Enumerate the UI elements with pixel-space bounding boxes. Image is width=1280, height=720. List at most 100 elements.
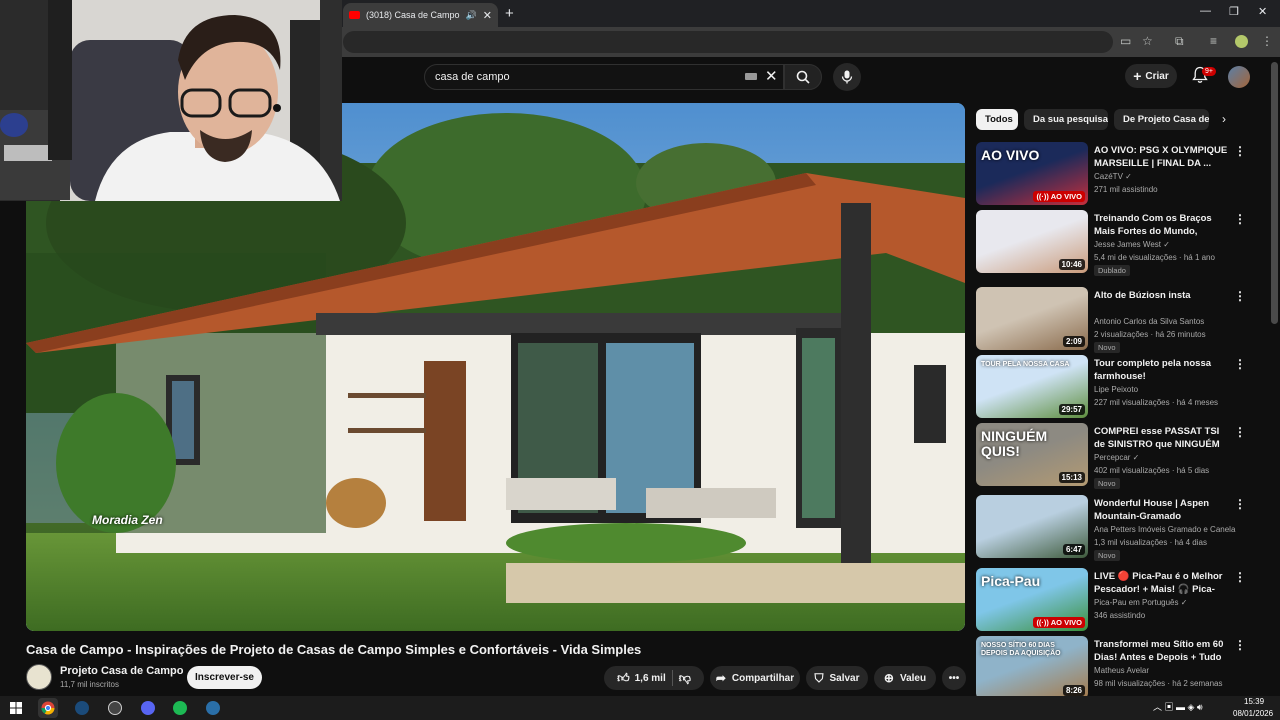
chip-from-search[interactable]: Da sua pesquisa: [1024, 109, 1108, 130]
chip-all[interactable]: Todos: [976, 109, 1018, 130]
video-thumbnail[interactable]: Pica-Pau ((·)) AO VIVO: [976, 568, 1088, 631]
chip-from-channel[interactable]: De Projeto Casa de Campo: [1114, 109, 1209, 130]
recommendation-channel[interactable]: Jesse James West ✓: [1094, 240, 1170, 249]
more-vertical-icon[interactable]: ⋮: [1234, 212, 1246, 226]
recommendation-title[interactable]: LIVE 🔴 Pica-Pau é o Melhor Pescador! + M…: [1094, 570, 1232, 596]
recommendation-channel[interactable]: Ana Petters Imóveis Gramado e Canela: [1094, 525, 1235, 534]
recommendation-meta: 346 assistindo: [1094, 611, 1146, 620]
video-thumbnail[interactable]: 10:46: [976, 210, 1088, 273]
search-button[interactable]: [784, 64, 822, 90]
recommendation-channel[interactable]: Pica-Pau em Português ✓: [1094, 598, 1187, 607]
thanks-button[interactable]: ⊕ Valeu: [874, 666, 936, 690]
recommendation-title[interactable]: Treinando Com os Braços Mais Fortes do M…: [1094, 212, 1232, 238]
like-dislike-group: 👍︎ 1,6 mil 👎︎: [604, 666, 704, 690]
more-vertical-icon[interactable]: ⋮: [1234, 357, 1246, 371]
browser-profile-avatar[interactable]: [1235, 35, 1248, 48]
more-actions-button[interactable]: •••: [942, 666, 966, 690]
live-badge: ((·)) AO VIVO: [1033, 617, 1085, 628]
recommendation-title[interactable]: Tour completo pela nossa farmhouse!: [1094, 357, 1232, 383]
windows-start-icon[interactable]: [6, 698, 26, 718]
video-thumbnail[interactable]: NOSSO SÍTIO 60 DIAS DEPOIS DA AQUISIÇÃO …: [976, 636, 1088, 699]
more-vertical-icon[interactable]: ⋮: [1234, 638, 1246, 652]
create-button[interactable]: + Criar: [1125, 64, 1177, 88]
recommendation-badge: Novo: [1094, 342, 1120, 353]
tab-close-icon[interactable]: ✕: [483, 9, 492, 22]
keyboard-icon[interactable]: [745, 73, 757, 80]
channel-name[interactable]: Projeto Casa de Campo: [60, 665, 183, 677]
recommendation-title[interactable]: Alto de Búziosn insta: [1094, 289, 1232, 302]
recommendation-item[interactable]: AO VIVO ((·)) AO VIVO AO VIVO: PSG X OLY…: [976, 142, 1246, 206]
cast-icon[interactable]: ▭: [1120, 34, 1131, 48]
tab-audio-icon[interactable]: 🔊: [466, 10, 477, 21]
bookmark-icon: ⛉: [814, 670, 824, 685]
browser-tab[interactable]: (3018) Casa de Campo - Inspirações 🔊 ✕: [343, 3, 498, 27]
recommendation-item[interactable]: 2:09 Alto de Búziosn insta Antonio Carlo…: [976, 287, 1246, 353]
address-bar[interactable]: [343, 31, 1113, 53]
share-label: Compartilhar: [731, 672, 795, 684]
channel-avatar[interactable]: [26, 664, 52, 690]
discord-taskbar-icon[interactable]: [138, 698, 158, 718]
user-avatar[interactable]: [1228, 66, 1250, 88]
share-button[interactable]: ➦ Compartilhar: [710, 666, 800, 690]
recommendation-title[interactable]: COMPREI esse PASSAT TSI de SINISTRO que …: [1094, 425, 1232, 451]
recommendation-item[interactable]: NINGUÉM QUIS! 15:13 COMPREI esse PASSAT …: [976, 423, 1246, 489]
subscribe-button[interactable]: Inscrever-se: [187, 666, 262, 689]
recommendation-channel[interactable]: Antonio Carlos da Silva Santos: [1094, 317, 1204, 326]
browser-menu-icon[interactable]: ⋮: [1261, 34, 1273, 48]
video-thumbnail[interactable]: 2:09: [976, 287, 1088, 350]
page-scrollbar[interactable]: [1271, 62, 1278, 324]
like-button[interactable]: 👍︎ 1,6 mil: [617, 671, 666, 686]
recommendation-title[interactable]: Wonderful House | Aspen Mountain-Gramado: [1094, 497, 1232, 523]
extensions-icon[interactable]: ⧉: [1175, 34, 1184, 49]
restore-button[interactable]: ❐: [1229, 5, 1239, 18]
bookmark-star-icon[interactable]: ☆: [1142, 34, 1153, 48]
video-thumbnail[interactable]: TOUR PELA NOSSA CASA 29:57: [976, 355, 1088, 418]
steam-2-taskbar-icon[interactable]: [203, 698, 223, 718]
recommendation-item[interactable]: Pica-Pau ((·)) AO VIVO LIVE 🔴 Pica-Pau é…: [976, 568, 1246, 632]
clear-search-icon[interactable]: ✕: [765, 67, 778, 85]
more-vertical-icon[interactable]: ⋮: [1234, 570, 1246, 584]
more-vertical-icon[interactable]: ⋮: [1234, 425, 1246, 439]
more-vertical-icon[interactable]: ⋮: [1234, 289, 1246, 303]
close-window-button[interactable]: ✕: [1258, 5, 1267, 18]
recommendation-channel[interactable]: Lipe Peixoto: [1094, 385, 1138, 394]
recommendation-item[interactable]: NOSSO SÍTIO 60 DIAS DEPOIS DA AQUISIÇÃO …: [976, 636, 1246, 700]
video-thumbnail[interactable]: AO VIVO ((·)) AO VIVO: [976, 142, 1088, 205]
clock-time[interactable]: 15:39: [1244, 697, 1264, 706]
recommendation-channel[interactable]: Percepcar ✓: [1094, 453, 1139, 462]
thumbnail-text: TOUR PELA NOSSA CASA: [981, 361, 1070, 368]
obs-taskbar-icon[interactable]: [105, 698, 125, 718]
recommendation-item[interactable]: 10:46 Treinando Com os Braços Mais Forte…: [976, 210, 1246, 276]
minimize-button[interactable]: —: [1200, 5, 1211, 17]
clock-date[interactable]: 08/01/2026: [1233, 709, 1273, 718]
video-thumbnail[interactable]: NINGUÉM QUIS! 15:13: [976, 423, 1088, 486]
voice-search-button[interactable]: [833, 63, 861, 91]
recommendation-title[interactable]: AO VIVO: PSG X OLYMPIQUE MARSEILLE | FIN…: [1094, 144, 1232, 170]
recommendation-item[interactable]: TOUR PELA NOSSA CASA 29:57 Tour completo…: [976, 355, 1246, 419]
chevron-right-icon[interactable]: ›: [1222, 112, 1226, 126]
webcam-person-image: [0, 0, 342, 201]
spotify-taskbar-icon[interactable]: [170, 698, 190, 718]
share-arrow-icon: ➦: [715, 671, 726, 685]
reading-list-icon[interactable]: ≡: [1210, 34, 1217, 48]
thumbs-down-icon: 👎︎: [678, 670, 691, 685]
microphone-icon: [841, 70, 853, 84]
recommendation-channel[interactable]: CazéTV ✓: [1094, 172, 1132, 181]
search-input[interactable]: casa de campo: [424, 64, 784, 90]
recommendation-item[interactable]: 6:47 Wonderful House | Aspen Mountain-Gr…: [976, 495, 1246, 561]
recommendation-title[interactable]: Transformei meu Sítio em 60 Dias! Antes …: [1094, 638, 1232, 664]
like-count: 1,6 mil: [634, 672, 666, 684]
thumbnail-text: Pica-Pau: [981, 573, 1041, 589]
dislike-button[interactable]: 👎︎: [679, 671, 691, 686]
more-vertical-icon[interactable]: ⋮: [1234, 144, 1246, 158]
more-vertical-icon[interactable]: ⋮: [1234, 497, 1246, 511]
system-tray-icons[interactable]: ︿ ▣ ▬ ◈ 🔊︎: [1153, 700, 1203, 713]
recommendation-channel[interactable]: Matheus Avelar: [1094, 666, 1149, 675]
recommendation-badge: Novo: [1094, 478, 1120, 489]
new-tab-button[interactable]: +: [505, 5, 514, 22]
steam-taskbar-icon[interactable]: [72, 698, 92, 718]
video-thumbnail[interactable]: 6:47: [976, 495, 1088, 558]
chrome-taskbar-icon[interactable]: [38, 698, 58, 718]
save-button[interactable]: ⛉ Salvar: [806, 666, 868, 690]
recommendation-meta: 402 mil visualizações · há 5 dias: [1094, 466, 1210, 475]
